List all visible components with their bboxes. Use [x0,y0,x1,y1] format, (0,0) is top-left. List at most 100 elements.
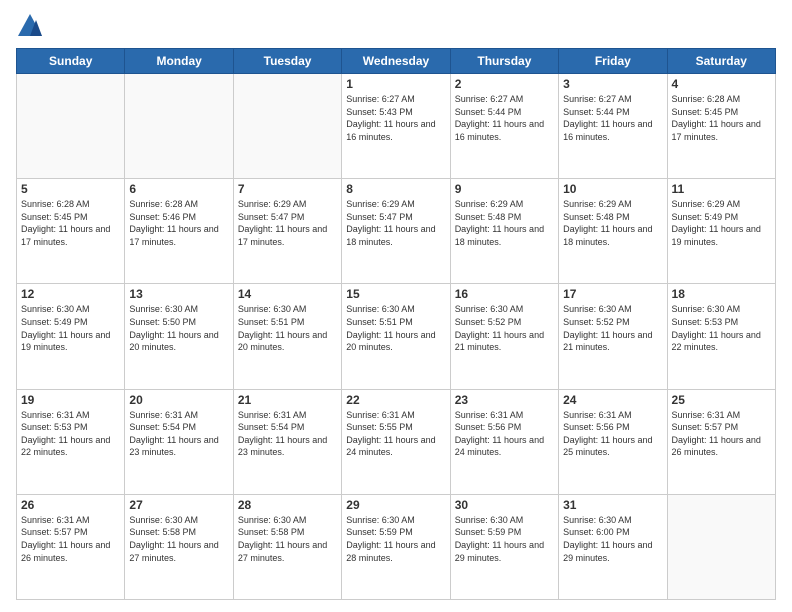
calendar-week-row: 1 Sunrise: 6:27 AMSunset: 5:43 PMDaylight… [17,74,776,179]
calendar-cell: 27 Sunrise: 6:30 AMSunset: 5:58 PMDayligh… [125,494,233,599]
day-info: Sunrise: 6:28 AMSunset: 5:45 PMDaylight:… [21,198,120,248]
calendar-cell: 9 Sunrise: 6:29 AMSunset: 5:48 PMDaylight… [450,179,558,284]
calendar-week-row: 19 Sunrise: 6:31 AMSunset: 5:53 PMDayligh… [17,389,776,494]
calendar-cell: 21Sunrise: 6:31 AMSunset: 5:54 PMDayligh… [233,389,341,494]
day-number: 9 [455,182,554,196]
calendar-cell: 30 Sunrise: 6:30 AMSunset: 5:59 PMDayligh… [450,494,558,599]
day-number: 14 [238,287,337,301]
calendar-day-header: Friday [559,49,667,74]
calendar-cell: 18 Sunrise: 6:30 AMSunset: 5:53 PMDayligh… [667,284,775,389]
day-info: Sunrise: 6:30 AMSunset: 5:59 PMDaylight:… [455,514,554,564]
day-info: Sunrise: 6:29 AMSunset: 5:49 PMDaylight:… [672,198,771,248]
day-info: Sunrise: 6:30 AMSunset: 5:59 PMDaylight:… [346,514,445,564]
calendar-cell: 19 Sunrise: 6:31 AMSunset: 5:53 PMDayligh… [17,389,125,494]
day-info: Sunrise: 6:31 AMSunset: 5:56 PMDaylight:… [455,409,554,459]
day-info: Sunrise: 6:31 AMSunset: 5:55 PMDaylight:… [346,409,445,459]
day-number: 10 [563,182,662,196]
calendar-header-row: SundayMondayTuesdayWednesdayThursdayFrid… [17,49,776,74]
calendar-cell: 28Sunrise: 6:30 AMSunset: 5:58 PMDayligh… [233,494,341,599]
day-info: Sunrise: 6:30 AMSunset: 5:58 PMDaylight:… [238,514,337,564]
calendar-cell: 31 Sunrise: 6:30 AMSunset: 6:00 PMDayligh… [559,494,667,599]
day-info: Sunrise: 6:31 AMSunset: 5:57 PMDaylight:… [672,409,771,459]
calendar-cell: 23Sunrise: 6:31 AMSunset: 5:56 PMDayligh… [450,389,558,494]
day-number: 26 [21,498,120,512]
calendar: SundayMondayTuesdayWednesdayThursdayFrid… [16,48,776,600]
calendar-cell: 3 Sunrise: 6:27 AMSunset: 5:44 PMDaylight… [559,74,667,179]
day-info: Sunrise: 6:27 AMSunset: 5:44 PMDaylight:… [563,93,662,143]
day-number: 13 [129,287,228,301]
calendar-cell: 20 Sunrise: 6:31 AMSunset: 5:54 PMDayligh… [125,389,233,494]
day-number: 19 [21,393,120,407]
calendar-cell [667,494,775,599]
day-info: Sunrise: 6:30 AMSunset: 5:58 PMDaylight:… [129,514,228,564]
day-info: Sunrise: 6:31 AMSunset: 5:53 PMDaylight:… [21,409,120,459]
day-number: 15 [346,287,445,301]
day-info: Sunrise: 6:31 AMSunset: 5:54 PMDaylight:… [129,409,228,459]
day-number: 18 [672,287,771,301]
day-info: Sunrise: 6:30 AMSunset: 5:49 PMDaylight:… [21,303,120,353]
day-number: 3 [563,77,662,91]
calendar-cell: 26Sunrise: 6:31 AMSunset: 5:57 PMDayligh… [17,494,125,599]
day-info: Sunrise: 6:29 AMSunset: 5:47 PMDaylight:… [238,198,337,248]
logo [16,12,48,40]
day-number: 12 [21,287,120,301]
calendar-cell: 22Sunrise: 6:31 AMSunset: 5:55 PMDayligh… [342,389,450,494]
calendar-day-header: Wednesday [342,49,450,74]
page: SundayMondayTuesdayWednesdayThursdayFrid… [0,0,792,612]
calendar-cell: 13 Sunrise: 6:30 AMSunset: 5:50 PMDayligh… [125,284,233,389]
day-number: 16 [455,287,554,301]
calendar-week-row: 5Sunrise: 6:28 AMSunset: 5:45 PMDaylight… [17,179,776,284]
calendar-cell: 5Sunrise: 6:28 AMSunset: 5:45 PMDaylight… [17,179,125,284]
day-number: 20 [129,393,228,407]
calendar-cell: 11 Sunrise: 6:29 AMSunset: 5:49 PMDayligh… [667,179,775,284]
day-info: Sunrise: 6:31 AMSunset: 5:56 PMDaylight:… [563,409,662,459]
calendar-day-header: Thursday [450,49,558,74]
day-number: 30 [455,498,554,512]
day-info: Sunrise: 6:28 AMSunset: 5:46 PMDaylight:… [129,198,228,248]
day-number: 21 [238,393,337,407]
calendar-day-header: Sunday [17,49,125,74]
day-number: 2 [455,77,554,91]
calendar-day-header: Tuesday [233,49,341,74]
logo-icon [16,12,44,40]
calendar-cell: 7 Sunrise: 6:29 AMSunset: 5:47 PMDaylight… [233,179,341,284]
calendar-cell [233,74,341,179]
day-info: Sunrise: 6:30 AMSunset: 5:53 PMDaylight:… [672,303,771,353]
calendar-cell: 15 Sunrise: 6:30 AMSunset: 5:51 PMDayligh… [342,284,450,389]
calendar-week-row: 12 Sunrise: 6:30 AMSunset: 5:49 PMDayligh… [17,284,776,389]
calendar-cell [17,74,125,179]
calendar-cell: 6 Sunrise: 6:28 AMSunset: 5:46 PMDaylight… [125,179,233,284]
calendar-week-row: 26Sunrise: 6:31 AMSunset: 5:57 PMDayligh… [17,494,776,599]
day-info: Sunrise: 6:28 AMSunset: 5:45 PMDaylight:… [672,93,771,143]
calendar-cell: 29Sunrise: 6:30 AMSunset: 5:59 PMDayligh… [342,494,450,599]
calendar-cell: 8 Sunrise: 6:29 AMSunset: 5:47 PMDaylight… [342,179,450,284]
day-number: 31 [563,498,662,512]
calendar-cell: 17Sunrise: 6:30 AMSunset: 5:52 PMDayligh… [559,284,667,389]
day-info: Sunrise: 6:30 AMSunset: 5:52 PMDaylight:… [563,303,662,353]
day-info: Sunrise: 6:30 AMSunset: 5:52 PMDaylight:… [455,303,554,353]
day-number: 8 [346,182,445,196]
day-number: 6 [129,182,228,196]
calendar-cell: 25Sunrise: 6:31 AMSunset: 5:57 PMDayligh… [667,389,775,494]
day-info: Sunrise: 6:29 AMSunset: 5:47 PMDaylight:… [346,198,445,248]
day-info: Sunrise: 6:30 AMSunset: 6:00 PMDaylight:… [563,514,662,564]
day-number: 11 [672,182,771,196]
calendar-day-header: Saturday [667,49,775,74]
day-info: Sunrise: 6:30 AMSunset: 5:51 PMDaylight:… [238,303,337,353]
header [16,12,776,40]
calendar-cell: 14 Sunrise: 6:30 AMSunset: 5:51 PMDayligh… [233,284,341,389]
day-info: Sunrise: 6:29 AMSunset: 5:48 PMDaylight:… [563,198,662,248]
day-number: 4 [672,77,771,91]
calendar-cell: 1 Sunrise: 6:27 AMSunset: 5:43 PMDaylight… [342,74,450,179]
day-info: Sunrise: 6:27 AMSunset: 5:43 PMDaylight:… [346,93,445,143]
calendar-cell: 24 Sunrise: 6:31 AMSunset: 5:56 PMDayligh… [559,389,667,494]
day-info: Sunrise: 6:30 AMSunset: 5:50 PMDaylight:… [129,303,228,353]
day-info: Sunrise: 6:30 AMSunset: 5:51 PMDaylight:… [346,303,445,353]
day-info: Sunrise: 6:27 AMSunset: 5:44 PMDaylight:… [455,93,554,143]
day-number: 24 [563,393,662,407]
day-number: 1 [346,77,445,91]
day-number: 27 [129,498,228,512]
calendar-cell: 4 Sunrise: 6:28 AMSunset: 5:45 PMDaylight… [667,74,775,179]
day-number: 7 [238,182,337,196]
day-info: Sunrise: 6:29 AMSunset: 5:48 PMDaylight:… [455,198,554,248]
